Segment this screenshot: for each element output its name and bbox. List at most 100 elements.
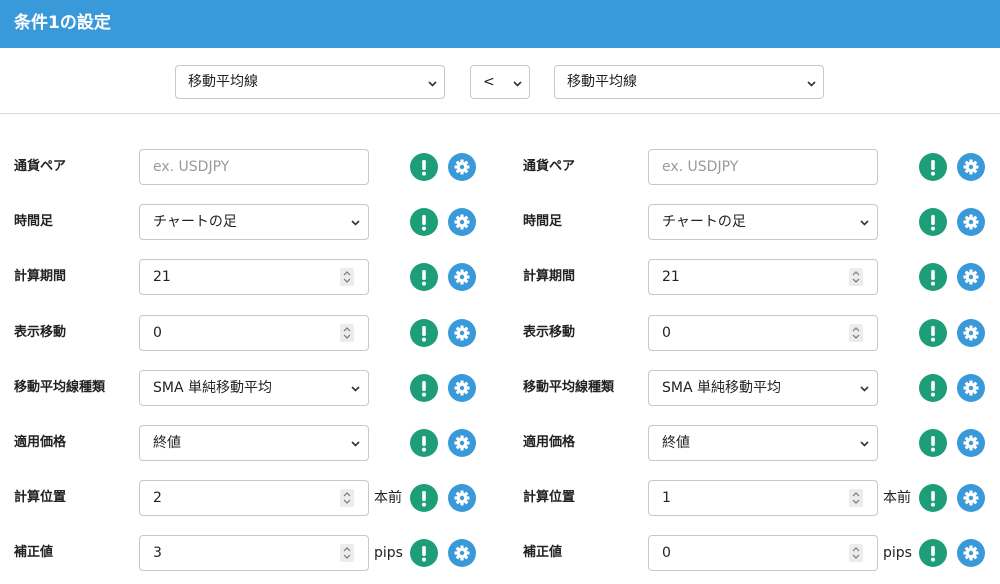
gear-icon[interactable] <box>957 429 985 457</box>
number-spinner[interactable] <box>849 268 863 286</box>
right-field-label: 表示移動 <box>523 325 576 340</box>
field-value: SMA 単純移動平均 <box>662 380 781 396</box>
panel-title: 条件1の設定 <box>14 13 111 33</box>
right-field-label: 計算位置 <box>523 490 576 505</box>
field-value: 終値 <box>153 435 181 451</box>
right-indicator-value: 移動平均線 <box>567 74 637 90</box>
number-spinner[interactable] <box>849 324 863 342</box>
exclamation-icon[interactable] <box>410 208 438 236</box>
left-number-input[interactable]: 21 <box>139 259 369 295</box>
right-field-label: 計算期間 <box>523 269 576 284</box>
left-select[interactable]: チャートの足 <box>139 204 369 240</box>
right-number-input[interactable]: 1 <box>648 480 878 516</box>
chevron-down-icon <box>860 439 869 448</box>
gear-icon[interactable] <box>957 319 985 347</box>
gear-icon[interactable] <box>448 374 476 402</box>
left-field-label: 移動平均線種類 <box>14 380 106 395</box>
left-indicator-value: 移動平均線 <box>188 74 258 90</box>
left-select[interactable]: SMA 単純移動平均 <box>139 370 369 406</box>
left-unit-label: pips <box>374 545 403 561</box>
exclamation-icon[interactable] <box>410 429 438 457</box>
field-value: チャートの足 <box>662 214 746 230</box>
field-value: 0 <box>662 325 671 341</box>
right-unit-label: 本前 <box>883 490 911 506</box>
left-number-input[interactable]: 3 <box>139 535 369 571</box>
exclamation-icon[interactable] <box>919 263 947 291</box>
chevron-down-icon <box>351 439 360 448</box>
operator-value: < <box>483 74 495 90</box>
right-number-input[interactable]: 0 <box>648 315 878 351</box>
chevron-down-icon <box>428 79 437 87</box>
left-field-label: 通貨ペア <box>14 159 67 174</box>
field-value: 21 <box>153 269 171 285</box>
number-spinner[interactable] <box>340 544 354 562</box>
chevron-down-icon <box>351 384 360 393</box>
gear-icon[interactable] <box>957 263 985 291</box>
right-field-label: 通貨ペア <box>523 159 576 174</box>
field-value: 0 <box>662 545 671 561</box>
exclamation-icon[interactable] <box>410 263 438 291</box>
exclamation-icon[interactable] <box>410 319 438 347</box>
right-number-input[interactable]: 0 <box>648 535 878 571</box>
exclamation-icon[interactable] <box>410 539 438 567</box>
number-spinner[interactable] <box>340 489 354 507</box>
gear-icon[interactable] <box>448 484 476 512</box>
right-select[interactable]: チャートの足 <box>648 204 878 240</box>
number-spinner[interactable] <box>849 544 863 562</box>
number-spinner[interactable] <box>340 268 354 286</box>
panel-header: 条件1の設定 <box>0 0 1000 48</box>
right-text-input[interactable]: ex. USDJPY <box>648 149 878 185</box>
exclamation-icon[interactable] <box>919 208 947 236</box>
operator-select[interactable]: < <box>470 65 530 99</box>
right-unit-label: pips <box>883 545 912 561</box>
chevron-down-icon <box>351 218 360 227</box>
chevron-down-icon <box>860 218 869 227</box>
exclamation-icon[interactable] <box>919 319 947 347</box>
gear-icon[interactable] <box>957 484 985 512</box>
field-value: SMA 単純移動平均 <box>153 380 272 396</box>
right-field-label: 補正値 <box>523 545 563 560</box>
exclamation-icon[interactable] <box>919 374 947 402</box>
left-select[interactable]: 終値 <box>139 425 369 461</box>
field-value: 3 <box>153 545 162 561</box>
gear-icon[interactable] <box>448 319 476 347</box>
field-value: 2 <box>153 490 162 506</box>
placeholder-text: ex. USDJPY <box>662 159 739 175</box>
gear-icon[interactable] <box>448 153 476 181</box>
exclamation-icon[interactable] <box>410 153 438 181</box>
right-number-input[interactable]: 21 <box>648 259 878 295</box>
field-value: 0 <box>153 325 162 341</box>
exclamation-icon[interactable] <box>919 539 947 567</box>
number-spinner[interactable] <box>340 324 354 342</box>
left-text-input[interactable]: ex. USDJPY <box>139 149 369 185</box>
gear-icon[interactable] <box>957 153 985 181</box>
placeholder-text: ex. USDJPY <box>153 159 230 175</box>
exclamation-icon[interactable] <box>919 153 947 181</box>
right-select[interactable]: SMA 単純移動平均 <box>648 370 878 406</box>
left-field-label: 表示移動 <box>14 325 67 340</box>
gear-icon[interactable] <box>448 263 476 291</box>
right-field-label: 時間足 <box>523 214 563 229</box>
number-spinner[interactable] <box>849 489 863 507</box>
right-field-label: 移動平均線種類 <box>523 380 615 395</box>
exclamation-icon[interactable] <box>919 484 947 512</box>
gear-icon[interactable] <box>957 374 985 402</box>
gear-icon[interactable] <box>448 539 476 567</box>
gear-icon[interactable] <box>957 539 985 567</box>
right-indicator-select[interactable]: 移動平均線 <box>554 65 824 99</box>
field-value: チャートの足 <box>153 214 237 230</box>
gear-icon[interactable] <box>957 208 985 236</box>
exclamation-icon[interactable] <box>919 429 947 457</box>
chevron-down-icon <box>807 79 816 87</box>
left-unit-label: 本前 <box>374 490 402 506</box>
gear-icon[interactable] <box>448 208 476 236</box>
left-number-input[interactable]: 0 <box>139 315 369 351</box>
right-field-label: 適用価格 <box>523 435 576 450</box>
left-indicator-select[interactable]: 移動平均線 <box>175 65 445 99</box>
exclamation-icon[interactable] <box>410 374 438 402</box>
exclamation-icon[interactable] <box>410 484 438 512</box>
gear-icon[interactable] <box>448 429 476 457</box>
left-number-input[interactable]: 2 <box>139 480 369 516</box>
right-select[interactable]: 終値 <box>648 425 878 461</box>
chevron-down-icon <box>513 79 522 87</box>
